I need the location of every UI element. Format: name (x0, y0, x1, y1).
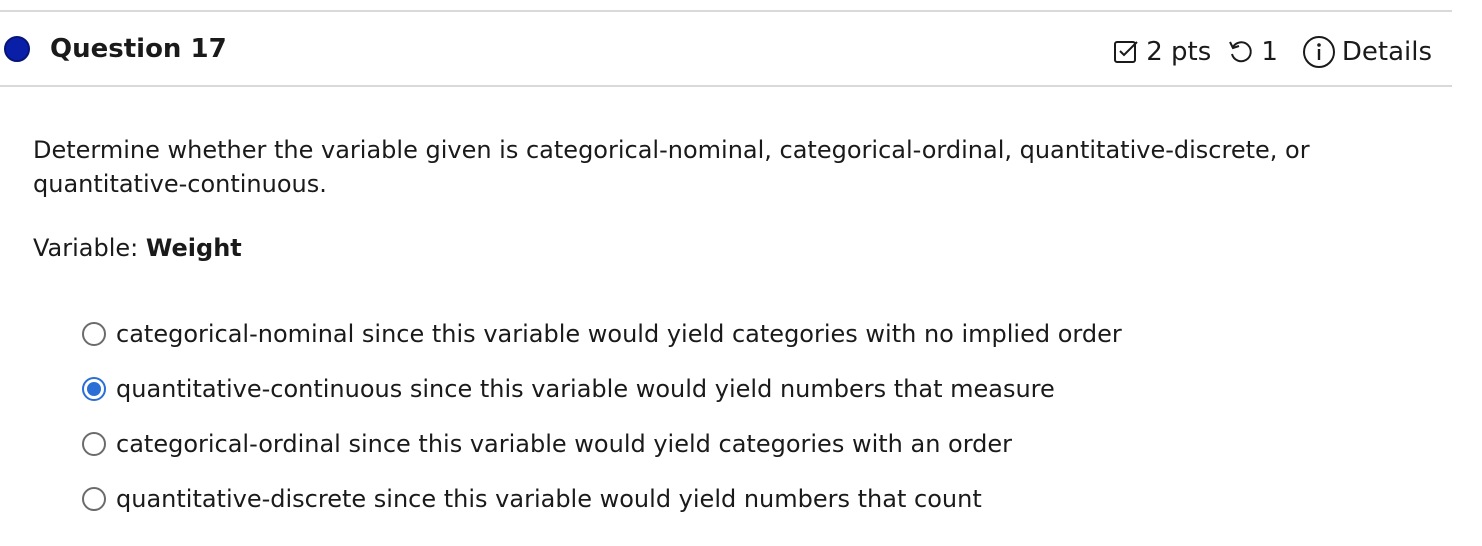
answer-option-2[interactable]: quantitative-continuous since this varia… (82, 361, 1122, 416)
points-group: 2 pts (1112, 37, 1211, 67)
info-icon (1302, 35, 1336, 69)
radio-button-4[interactable] (82, 486, 106, 511)
answer-option-3[interactable]: categorical-ordinal since this variable … (82, 416, 1122, 471)
header-divider (0, 85, 1452, 87)
details-link[interactable]: Details (1302, 35, 1432, 69)
question-prompt: Determine whether the variable given is … (33, 136, 1310, 198)
radio-button-2[interactable] (82, 376, 106, 401)
question-title: Question 17 (50, 33, 227, 64)
checkbox-check-icon (1112, 38, 1140, 66)
answer-option-label[interactable]: categorical-nominal since this variable … (116, 320, 1122, 348)
radio-button-3[interactable] (82, 431, 106, 456)
question-header: Question 17 2 pts 1 Details (0, 12, 1452, 85)
retries-count: 1 (1261, 36, 1278, 67)
answer-option-1[interactable]: categorical-nominal since this variable … (82, 306, 1122, 361)
answer-options: categorical-nominal since this variable … (82, 306, 1122, 526)
variable-label: Variable: (33, 234, 146, 262)
answer-option-label[interactable]: categorical-ordinal since this variable … (116, 430, 1012, 458)
status-dot-icon (4, 35, 30, 62)
answer-option-label[interactable]: quantitative-continuous since this varia… (116, 375, 1055, 403)
variable-value: Weight (145, 234, 242, 262)
details-label[interactable]: Details (1342, 37, 1432, 67)
points-label: 2 pts (1146, 36, 1212, 67)
variable-line: Variable: Weight (33, 231, 242, 265)
retries-group: 1 (1227, 37, 1278, 67)
retry-icon (1227, 38, 1255, 66)
answer-option-label[interactable]: quantitative-discrete since this variabl… (116, 485, 982, 513)
question-meta: 2 pts 1 Details (1112, 29, 1432, 69)
radio-button-1[interactable] (82, 321, 106, 346)
answer-option-4[interactable]: quantitative-discrete since this variabl… (82, 471, 1122, 526)
header-left: Question 17 (0, 34, 227, 64)
